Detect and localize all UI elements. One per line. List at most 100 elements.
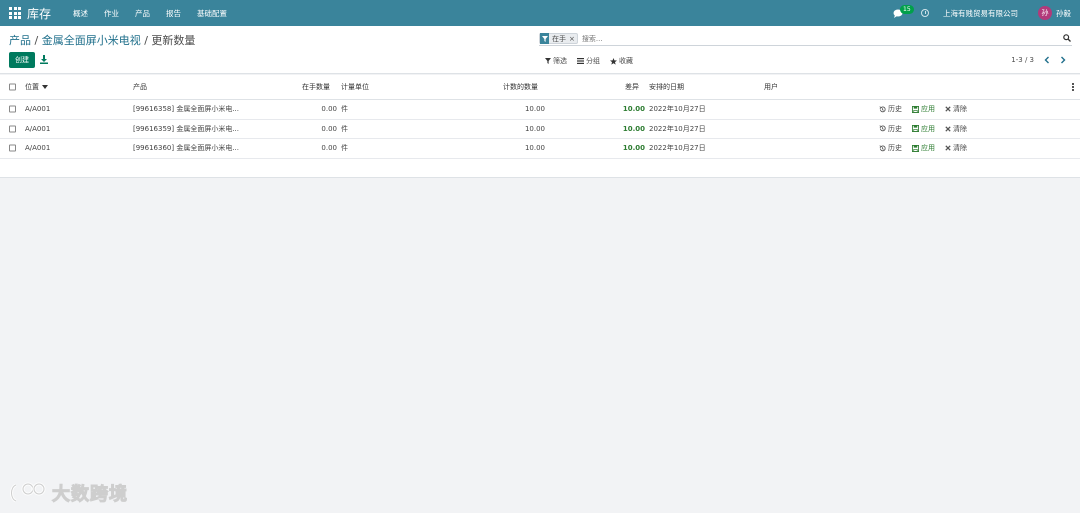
clear-label: 清除 [953, 105, 967, 114]
filter-button[interactable]: 筛选 [545, 56, 567, 66]
search-icon[interactable] [1063, 34, 1071, 42]
close-icon [945, 106, 951, 112]
menu-configuration[interactable]: 基础配置 [197, 8, 227, 19]
menu-overview[interactable]: 概述 [73, 8, 88, 19]
cell-difference: 10.00 [622, 105, 645, 114]
apply-button[interactable]: 应用 [912, 143, 935, 153]
breadcrumb-separator: / [140, 34, 152, 47]
cell-difference: 10.00 [622, 144, 645, 153]
cell-difference: 10.00 [622, 124, 645, 133]
cell-location: A/A001 [25, 124, 51, 133]
header-product[interactable]: 产品 [133, 82, 147, 92]
cell-on-hand: 0.00 [321, 105, 337, 114]
close-icon [945, 126, 951, 132]
history-icon [879, 125, 886, 132]
history-icon [879, 106, 886, 113]
group-by-icon [577, 58, 584, 64]
chevron-left-icon[interactable] [1043, 56, 1051, 64]
cell-counted[interactable]: 10.00 [500, 125, 545, 133]
header-location-label: 位置 [25, 83, 39, 91]
cell-on-hand: 0.00 [321, 144, 337, 153]
history-button[interactable]: 历史 [879, 104, 902, 114]
breadcrumb-separator: / [31, 34, 42, 47]
group-by-button[interactable]: 分组 [577, 56, 600, 66]
apply-button[interactable]: 应用 [912, 104, 935, 114]
chat-button[interactable]: 15 [893, 5, 914, 20]
clear-label: 清除 [953, 144, 967, 153]
cell-counted[interactable]: 10.00 [500, 144, 545, 152]
header-counted[interactable]: 计数的数量 [503, 82, 538, 92]
filter-facet-icon [540, 33, 549, 44]
menu-reporting[interactable]: 报告 [166, 8, 181, 19]
favorites-button[interactable]: 收藏 [610, 56, 633, 66]
breadcrumb: 产品 / 金属全面屏小米电视 / 更新数量 [9, 32, 195, 48]
breadcrumb-current: 更新数量 [151, 34, 196, 47]
history-icon [879, 145, 886, 152]
table-row[interactable]: A/A001 [99616359] 金属全面屏小米电... 0.00 件 10.… [0, 120, 1080, 139]
pager-value[interactable]: 1-3 / 3 [1011, 56, 1034, 64]
group-by-label: 分组 [586, 57, 600, 65]
header-location[interactable]: 位置 [25, 82, 48, 92]
history-button[interactable]: 历史 [879, 124, 902, 134]
cell-location: A/A001 [25, 105, 51, 114]
app-title[interactable]: 库存 [27, 5, 51, 22]
header-difference[interactable]: 差异 [625, 82, 639, 92]
history-button[interactable]: 历史 [879, 143, 902, 153]
filter-label: 筛选 [553, 57, 567, 65]
optional-columns-icon[interactable] [1072, 83, 1074, 91]
table-row[interactable]: A/A001 [99616358] 金属全面屏小米电... 0.00 件 10.… [0, 100, 1080, 120]
history-label: 历史 [888, 105, 902, 114]
search-bar: 在手 × [539, 32, 1072, 46]
clear-button[interactable]: 清除 [945, 143, 967, 153]
save-icon [912, 105, 919, 113]
cell-product: [99616359] 金属全面屏小米电... [133, 124, 239, 133]
apps-menu-icon[interactable] [9, 7, 21, 19]
control-panel: 产品 / 金属全面屏小米电视 / 更新数量 在手 × 创建 筛选 分组 [0, 26, 1080, 74]
table-header: 位置 产品 在手数量 计量单位 计数的数量 差异 安排的日期 用户 [0, 75, 1080, 100]
menu-operations[interactable]: 作业 [104, 8, 119, 19]
history-label: 历史 [888, 144, 902, 153]
select-all-checkbox[interactable] [9, 83, 16, 91]
facet-label: 在手 [552, 34, 566, 43]
watermark: 大数跨境 [8, 480, 128, 506]
clear-button[interactable]: 清除 [945, 124, 967, 134]
table-row[interactable]: A/A001 [99616360] 金属全面屏小米电... 0.00 件 10.… [0, 139, 1080, 159]
row-checkbox[interactable] [9, 125, 16, 133]
company-switcher[interactable]: 上海有贱贸易有限公司 [943, 8, 1018, 19]
cell-scheduled-date: 2022年10月27日 [649, 105, 706, 114]
header-on-hand[interactable]: 在手数量 [302, 82, 330, 92]
chat-count-badge: 15 [900, 5, 914, 14]
history-label: 历史 [888, 124, 902, 133]
menu-products[interactable]: 产品 [135, 8, 150, 19]
cell-location: A/A001 [25, 144, 51, 153]
cell-product: [99616360] 金属全面屏小米电... [133, 144, 239, 153]
search-options: 筛选 分组 收藏 [545, 56, 643, 66]
close-icon [945, 145, 951, 151]
header-scheduled-date[interactable]: 安排的日期 [649, 82, 684, 92]
chevron-right-icon[interactable] [1059, 56, 1067, 64]
cell-scheduled-date: 2022年10月27日 [649, 144, 706, 153]
save-icon [912, 144, 919, 152]
apply-label: 应用 [921, 105, 935, 114]
filter-icon [545, 58, 551, 64]
download-icon[interactable] [40, 55, 48, 64]
header-uom[interactable]: 计量单位 [341, 82, 369, 92]
row-checkbox[interactable] [9, 144, 16, 152]
facet-remove-icon[interactable]: × [569, 35, 577, 43]
watermark-text: 大数跨境 [52, 484, 128, 506]
apply-button[interactable]: 应用 [912, 124, 935, 134]
activity-clock-icon[interactable] [921, 9, 929, 17]
save-icon [912, 125, 919, 133]
caret-down-icon [42, 85, 48, 89]
cell-scheduled-date: 2022年10月27日 [649, 124, 706, 133]
breadcrumb-products[interactable]: 产品 [9, 34, 31, 47]
row-checkbox[interactable] [9, 105, 16, 113]
cell-counted[interactable]: 10.00 [500, 105, 545, 113]
user-menu[interactable]: 孙毅 [1056, 8, 1071, 19]
clear-button[interactable]: 清除 [945, 104, 967, 114]
create-button[interactable]: 创建 [9, 52, 35, 68]
breadcrumb-product[interactable]: 金属全面屏小米电视 [42, 34, 141, 47]
avatar[interactable]: 孙 [1038, 6, 1052, 20]
search-input[interactable] [581, 34, 1072, 43]
header-user[interactable]: 用户 [764, 82, 778, 92]
